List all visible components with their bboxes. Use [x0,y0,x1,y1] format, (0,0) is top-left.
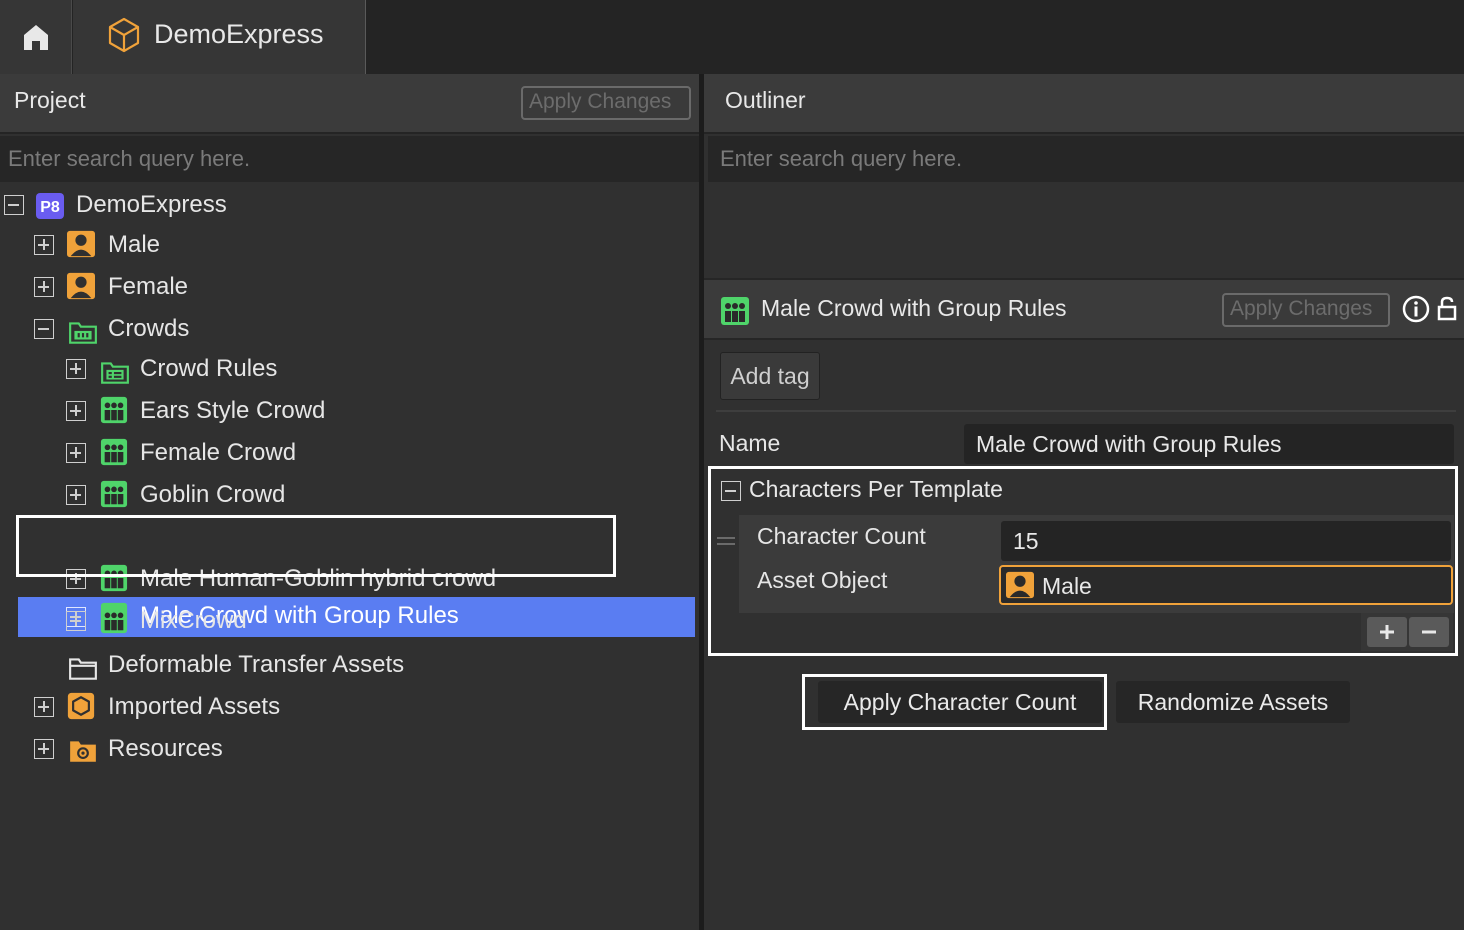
separator [716,410,1456,412]
add-entry-button[interactable] [1367,617,1407,647]
crowd-rules-icon [101,362,129,384]
tree-item-demoexpress[interactable]: P8 DemoExpress [0,184,699,226]
tree-item-deformable-transfer-assets[interactable]: Deformable Transfer Assets [0,644,699,686]
outliner-panel-header: Outliner [704,74,1464,134]
tree-item-label: Female [108,273,189,300]
expand-toggle-icon[interactable] [66,569,86,589]
properties-header: Male Crowd with Group Rules Apply Change… [704,278,1464,340]
home-icon [23,25,48,50]
tree-item-label: Crowd Rules [140,355,278,382]
expand-toggle-icon[interactable] [66,611,86,631]
project-panel: Project Apply Changes P8 DemoExpress Mal… [0,74,699,930]
outliner-list [704,182,1464,276]
tree-item-female-crowd[interactable]: Female Crowd [0,432,699,474]
svg-text:P8: P8 [40,199,60,216]
project-panel-title: Project [14,87,86,113]
outliner-panel-title: Outliner [725,87,806,113]
asset-object-label: Asset Object [757,567,888,593]
expand-toggle-icon[interactable] [66,401,86,421]
tree-item-imported-assets[interactable]: Imported Assets [0,686,699,728]
tree-item-goblin-crowd[interactable]: Goblin Crowd [0,474,699,516]
project-tab-label: DemoExpress [154,19,324,49]
collapse-toggle-icon[interactable] [721,481,741,501]
info-icon[interactable] [1402,295,1430,323]
expand-toggle-icon[interactable] [34,235,54,255]
expand-toggle-icon[interactable] [66,443,86,463]
tree-item-label: Goblin Crowd [140,481,286,508]
crowd-icon [100,564,128,592]
character-icon [67,272,95,300]
characters-per-template-section: Characters Per Template Character Count … [708,466,1458,656]
remove-entry-button[interactable] [1409,617,1449,647]
crowd-icon [100,438,128,466]
project-tab[interactable]: DemoExpress [73,0,366,74]
project-search-input[interactable] [0,136,699,182]
list-controls [1361,613,1453,651]
crowd-icon [100,606,128,634]
tree-item-label: Male Human-Goblin hybrid crowd [140,565,497,592]
tree-item-crowds[interactable]: Crowds [0,308,699,350]
tree-item-label: Resources [108,735,223,762]
character-count-label: Character Count [757,523,926,549]
drag-handle-icon[interactable] [717,537,735,545]
p8-project-icon: P8 [36,193,64,219]
tree-item-male-human-goblin-hybrid-crowd[interactable]: Male Human-Goblin hybrid crowd [0,558,699,600]
imported-assets-icon [67,692,95,720]
character-count-field[interactable]: 15 [1001,521,1451,561]
collapse-toggle-icon[interactable] [34,319,54,339]
expand-toggle-icon[interactable] [66,485,86,505]
outliner-panel: Outliner Male Crowd with Group Rules App… [704,74,1464,930]
expand-toggle-icon[interactable] [34,277,54,297]
tree-item-female[interactable]: Female [0,266,699,308]
tree-item-label: Deformable Transfer Assets [108,651,405,678]
properties-title: Male Crowd with Group Rules [761,295,1067,321]
expand-toggle-icon[interactable] [66,359,86,379]
project-panel-header: Project Apply Changes [0,74,699,134]
cube-icon [108,17,140,53]
apply-character-count-button[interactable]: Apply Character Count [818,681,1102,723]
tree-item-resources[interactable]: Resources [0,728,699,770]
crowd-icon [721,297,749,325]
add-tag-button[interactable]: Add tag [720,352,820,400]
crowd-icon [100,396,128,424]
home-tab[interactable] [0,0,72,74]
tree-item-label: Imported Assets [108,693,281,720]
folder-icon [69,658,97,680]
collapse-toggle-icon[interactable] [4,195,24,215]
expand-toggle-icon[interactable] [34,697,54,717]
project-apply-changes-button[interactable]: Apply Changes [521,86,691,120]
crowd-icon [100,480,128,508]
randomize-assets-button[interactable]: Randomize Assets [1116,681,1350,723]
characters-per-template-label: Characters Per Template [749,476,1003,502]
name-field[interactable]: Male Crowd with Group Rules [964,424,1454,464]
minus-icon [1422,630,1436,634]
tree-item-label: Ears Style Crowd [140,397,326,424]
tree-item-label: Female Crowd [140,439,297,466]
tree-item-male[interactable]: Male [0,224,699,266]
expand-toggle-icon[interactable] [34,739,54,759]
tree-item-label: Crowds [108,315,190,342]
name-label: Name [719,430,781,456]
plus-icon [1380,625,1394,639]
properties-apply-changes-button[interactable]: Apply Changes [1222,293,1390,327]
crowd-folder-icon [69,322,97,344]
tree-item-mixcrowd[interactable]: MixCrowd [0,600,699,642]
unlock-icon[interactable] [1437,296,1457,322]
tree-item-ears-style-crowd[interactable]: Ears Style Crowd [0,390,699,432]
resources-folder-icon [70,741,96,762]
tree-item-label: MixCrowd [140,607,247,634]
top-bar: DemoExpress [0,0,1464,74]
tree-item-label: Male [108,231,161,258]
outliner-search-input[interactable] [708,136,1464,182]
character-icon [1006,571,1034,599]
character-icon [67,230,95,258]
asset-object-value: Male [1042,573,1092,599]
tree-item-label: DemoExpress [76,191,227,218]
asset-object-field[interactable]: Male [999,565,1453,605]
tree-item-crowd-rules[interactable]: Crowd Rules [0,348,699,390]
